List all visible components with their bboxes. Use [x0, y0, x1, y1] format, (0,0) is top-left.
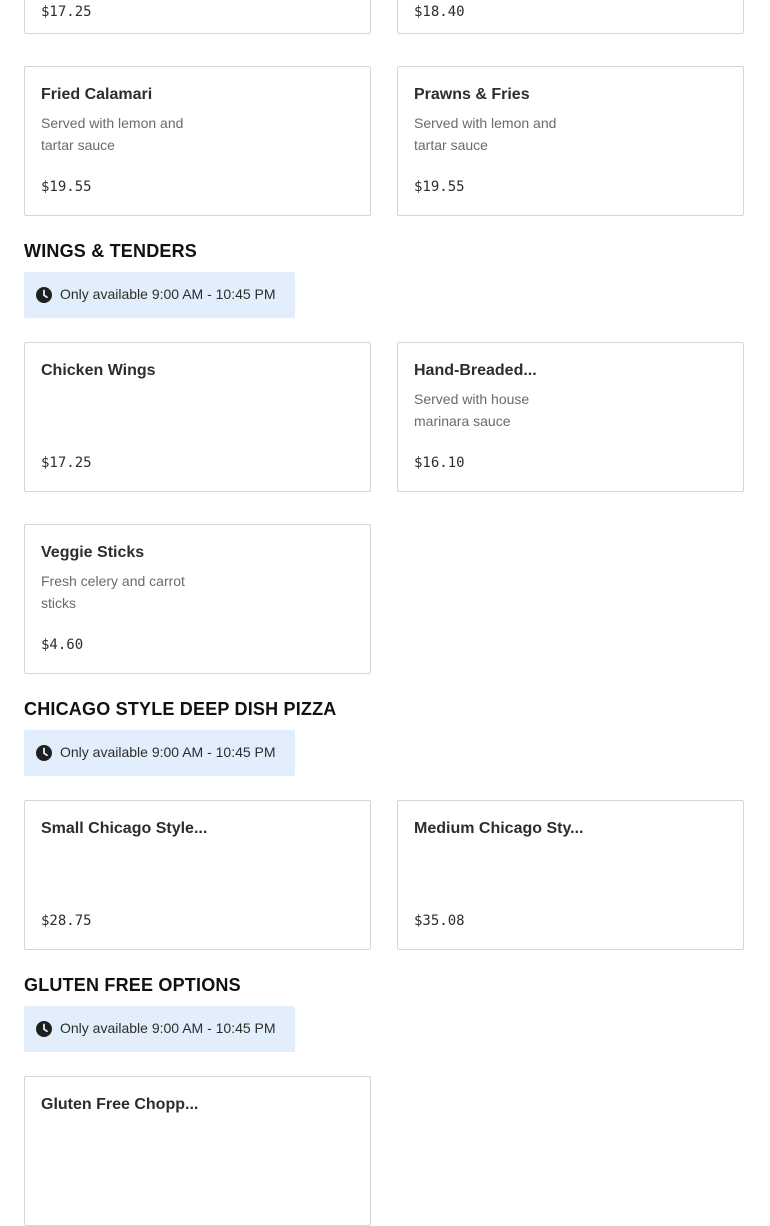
menu-item-card[interactable]: $18.40 [397, 0, 744, 34]
menu-item-name: Veggie Sticks [41, 544, 145, 561]
menu-item-price: $18.40 [414, 4, 465, 20]
menu-item-description: Served with lemon and tartar sauce [414, 115, 557, 153]
menu-item-card[interactable]: Small Chicago Style... $28.75 [24, 800, 371, 950]
section-title: CHICAGO STYLE DEEP DISH PIZZA [24, 699, 337, 719]
clock-icon [36, 745, 52, 761]
menu-item-name: Fried Calamari [41, 86, 153, 103]
menu-item-name: Hand-Breaded... [414, 362, 537, 379]
availability-text: Only available 9:00 AM - 10:45 PM [60, 744, 276, 760]
menu-item-name: Chicken Wings [41, 362, 156, 379]
menu-item-price: $35.08 [414, 913, 465, 929]
menu-item-name: Medium Chicago Sty... [414, 820, 584, 837]
menu-item-card[interactable]: Chicken Wings $17.25 [24, 342, 371, 492]
section-title: GLUTEN FREE OPTIONS [24, 975, 241, 995]
menu-item-card[interactable]: Hand-Breaded... Served with house marina… [397, 342, 744, 492]
menu-item-price: $4.60 [41, 637, 84, 653]
menu-item-card[interactable]: Gluten Free Chopp... [24, 1076, 371, 1226]
menu-item-card[interactable]: Prawns & Fries Served with lemon and tar… [397, 66, 744, 216]
availability-banner: Only available 9:00 AM - 10:45 PM [24, 272, 295, 318]
menu-item-name: Small Chicago Style... [41, 820, 208, 837]
clock-icon [36, 287, 52, 303]
clock-icon [36, 1021, 52, 1037]
availability-banner: Only available 9:00 AM - 10:45 PM [24, 1006, 295, 1052]
menu-item-card[interactable]: Medium Chicago Sty... $35.08 [397, 800, 744, 950]
menu-item-card[interactable]: Fried Calamari Served with lemon and tar… [24, 66, 371, 216]
menu-item-price: $16.10 [414, 455, 465, 471]
menu-item-name: Prawns & Fries [414, 86, 530, 103]
menu-item-price: $17.25 [41, 4, 92, 20]
menu-item-name: Gluten Free Chopp... [41, 1096, 199, 1113]
availability-text: Only available 9:00 AM - 10:45 PM [60, 286, 276, 302]
menu-item-card[interactable]: $17.25 [24, 0, 371, 34]
menu-item-price: $28.75 [41, 913, 92, 929]
menu-item-price: $19.55 [41, 179, 92, 195]
menu-item-description: Served with house marinara sauce [414, 391, 530, 429]
section-title: WINGS & TENDERS [24, 241, 198, 261]
availability-text: Only available 9:00 AM - 10:45 PM [60, 1020, 276, 1036]
menu-item-price: $19.55 [414, 179, 465, 195]
menu-item-description: Served with lemon and tartar sauce [41, 115, 184, 153]
menu-item-card[interactable]: Veggie Sticks Fresh celery and carrot st… [24, 524, 371, 674]
availability-banner: Only available 9:00 AM - 10:45 PM [24, 730, 295, 776]
menu-item-price: $17.25 [41, 455, 92, 471]
menu-item-description: Fresh celery and carrot sticks [41, 573, 185, 611]
